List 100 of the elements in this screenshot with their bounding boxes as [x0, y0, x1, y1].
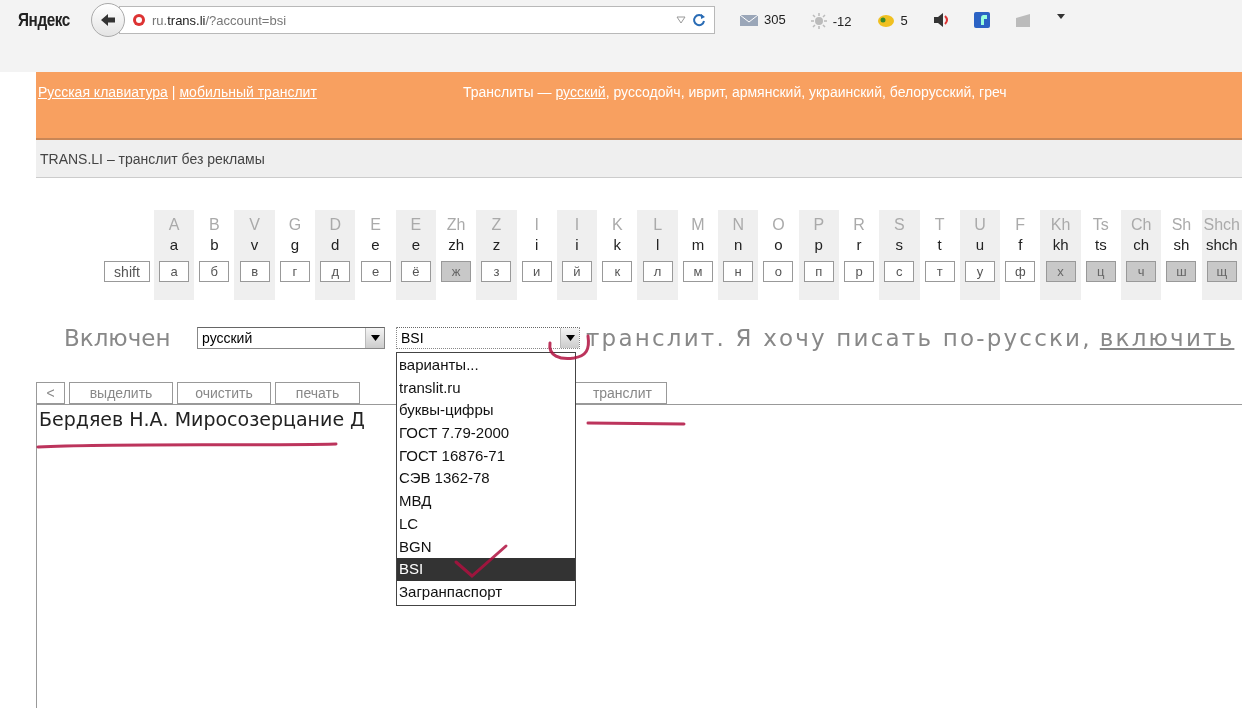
latin-lower-letter: ts: [1095, 236, 1107, 255]
latin-upper-letter: Sh: [1171, 216, 1192, 235]
letter-key[interactable]: щ: [1206, 261, 1237, 282]
dropdown-option[interactable]: СЭВ 1362-78: [397, 467, 575, 491]
latin-lower-letter: a: [169, 236, 179, 255]
letter-key[interactable]: ч: [1126, 261, 1157, 282]
toolbar-button[interactable]: очистить: [177, 382, 271, 404]
language-select[interactable]: русский: [197, 327, 385, 349]
letter-key[interactable]: б: [199, 261, 230, 282]
latin-lower-letter: shch: [1205, 236, 1238, 255]
dropdown-option[interactable]: BGN: [397, 535, 575, 559]
latin-upper-letter: I: [534, 216, 539, 235]
latin-lower-letter: d: [331, 236, 340, 255]
letter-key[interactable]: е: [360, 261, 391, 282]
letter-key[interactable]: ж: [441, 261, 472, 282]
letter-key[interactable]: в: [239, 261, 270, 282]
latin-lower-letter: e: [371, 236, 380, 255]
latin-lower-letter: i: [535, 236, 539, 255]
yandex-logo[interactable]: Яндекс: [18, 10, 70, 31]
latin-upper-letter: E: [410, 216, 422, 235]
latin-lower-letter: f: [1018, 236, 1023, 255]
shift-key[interactable]: shift: [103, 261, 150, 282]
latin-lower-letter: b: [210, 236, 219, 255]
latin-lower-letter: m: [691, 236, 705, 255]
letter-key[interactable]: с: [884, 261, 915, 282]
dropdown-option[interactable]: LC: [397, 512, 575, 536]
scheme-select[interactable]: BSI: [396, 327, 580, 349]
latin-upper-letter: O: [772, 216, 785, 235]
check-mark-drawing: [454, 544, 508, 578]
dropdown-option[interactable]: ГОСТ 7.79-2000: [397, 422, 575, 445]
latin-upper-letter: V: [249, 216, 260, 235]
latin-lower-letter: t: [937, 236, 942, 255]
letter-key[interactable]: т: [924, 261, 955, 282]
letter-key[interactable]: и: [521, 261, 552, 282]
latin-lower-letter: o: [774, 236, 783, 255]
letter-key[interactable]: з: [481, 261, 512, 282]
latin-upper-letter: Z: [491, 216, 502, 235]
url-text: ru.trans.li/?account=bsi: [152, 12, 287, 28]
letter-key[interactable]: г: [279, 261, 310, 282]
letter-key[interactable]: а: [159, 261, 189, 282]
letter-key[interactable]: у: [964, 261, 995, 282]
letter-key[interactable]: ш: [1166, 261, 1197, 282]
latin-lower-letter: ch: [1133, 236, 1150, 255]
site-icon[interactable]: [132, 13, 147, 27]
latin-upper-letter: D: [329, 216, 341, 235]
letter-key[interactable]: х: [1045, 261, 1076, 282]
letter-key[interactable]: р: [844, 261, 875, 282]
letter-key[interactable]: д: [320, 261, 351, 282]
letter-key[interactable]: ф: [1005, 261, 1036, 282]
letter-key[interactable]: ц: [1085, 261, 1116, 282]
nav-text: , руссодойч, иврит, армянский, украинский, белорусский, греч: [605, 84, 1007, 100]
toolbar-button[interactable]: печать: [275, 382, 360, 404]
letter-key[interactable]: п: [803, 261, 834, 282]
dropdown-option[interactable]: ГОСТ 16876-71: [397, 444, 575, 468]
toolbar-button[interactable]: <: [36, 382, 65, 404]
dropdown-icon[interactable]: [1055, 12, 1066, 20]
latin-lower-letter: i: [575, 236, 579, 255]
editor-text: Бердяев Н.А. Миросозерцание Д: [39, 408, 365, 430]
latin-upper-letter: F: [1015, 216, 1026, 235]
latin-lower-letter: l: [655, 236, 660, 255]
letter-key[interactable]: л: [642, 261, 673, 282]
latin-upper-letter: Ts: [1092, 216, 1109, 235]
latin-upper-letter: U: [974, 216, 986, 235]
latin-lower-letter: v: [250, 236, 259, 255]
letter-key[interactable]: й: [562, 261, 592, 282]
dropdown-option[interactable]: Загранпаспорт: [397, 580, 575, 604]
enable-link[interactable]: включить: [1099, 325, 1235, 351]
latin-upper-letter: T: [934, 216, 945, 235]
latin-lower-letter: z: [492, 236, 501, 255]
back-button[interactable]: [91, 3, 126, 37]
dropdown-icon: [370, 335, 380, 341]
mode-label: Включен: [64, 325, 172, 351]
dropdown-icon: [565, 335, 575, 341]
latin-lower-letter: sh: [1173, 236, 1190, 255]
latin-upper-letter: Ch: [1130, 216, 1152, 235]
counter-text: -12: [832, 13, 852, 29]
speaker-icon[interactable]: [931, 12, 950, 28]
letter-key[interactable]: м: [682, 261, 713, 282]
latin-upper-letter: Shch: [1203, 216, 1240, 235]
latin-lower-letter: r: [856, 236, 862, 255]
latin-upper-letter: P: [813, 216, 825, 235]
latin-upper-letter: N: [732, 216, 744, 235]
letter-key[interactable]: н: [723, 261, 754, 282]
letter-key[interactable]: к: [602, 261, 633, 282]
dropdown-option[interactable]: МВД: [397, 490, 575, 513]
reload-icon[interactable]: [692, 13, 707, 27]
latin-lower-letter: k: [613, 236, 622, 255]
latin-upper-letter: L: [653, 216, 663, 235]
dropdown-option[interactable]: варианты...: [397, 354, 575, 377]
letter-key[interactable]: о: [763, 261, 794, 282]
latin-upper-letter: B: [209, 216, 220, 235]
address-bar[interactable]: ru.trans.li/?account=bsi: [119, 6, 716, 34]
counter-text: 5: [900, 12, 908, 28]
letter-key[interactable]: ё: [400, 261, 431, 282]
latin-lower-letter: g: [290, 236, 300, 255]
latin-lower-letter: p: [814, 236, 823, 255]
app-icon[interactable]: [973, 12, 990, 28]
dropdown-option[interactable]: BSI: [397, 558, 575, 581]
latin-upper-letter: E: [370, 216, 381, 235]
toolbar-button[interactable]: выделить: [69, 382, 173, 404]
